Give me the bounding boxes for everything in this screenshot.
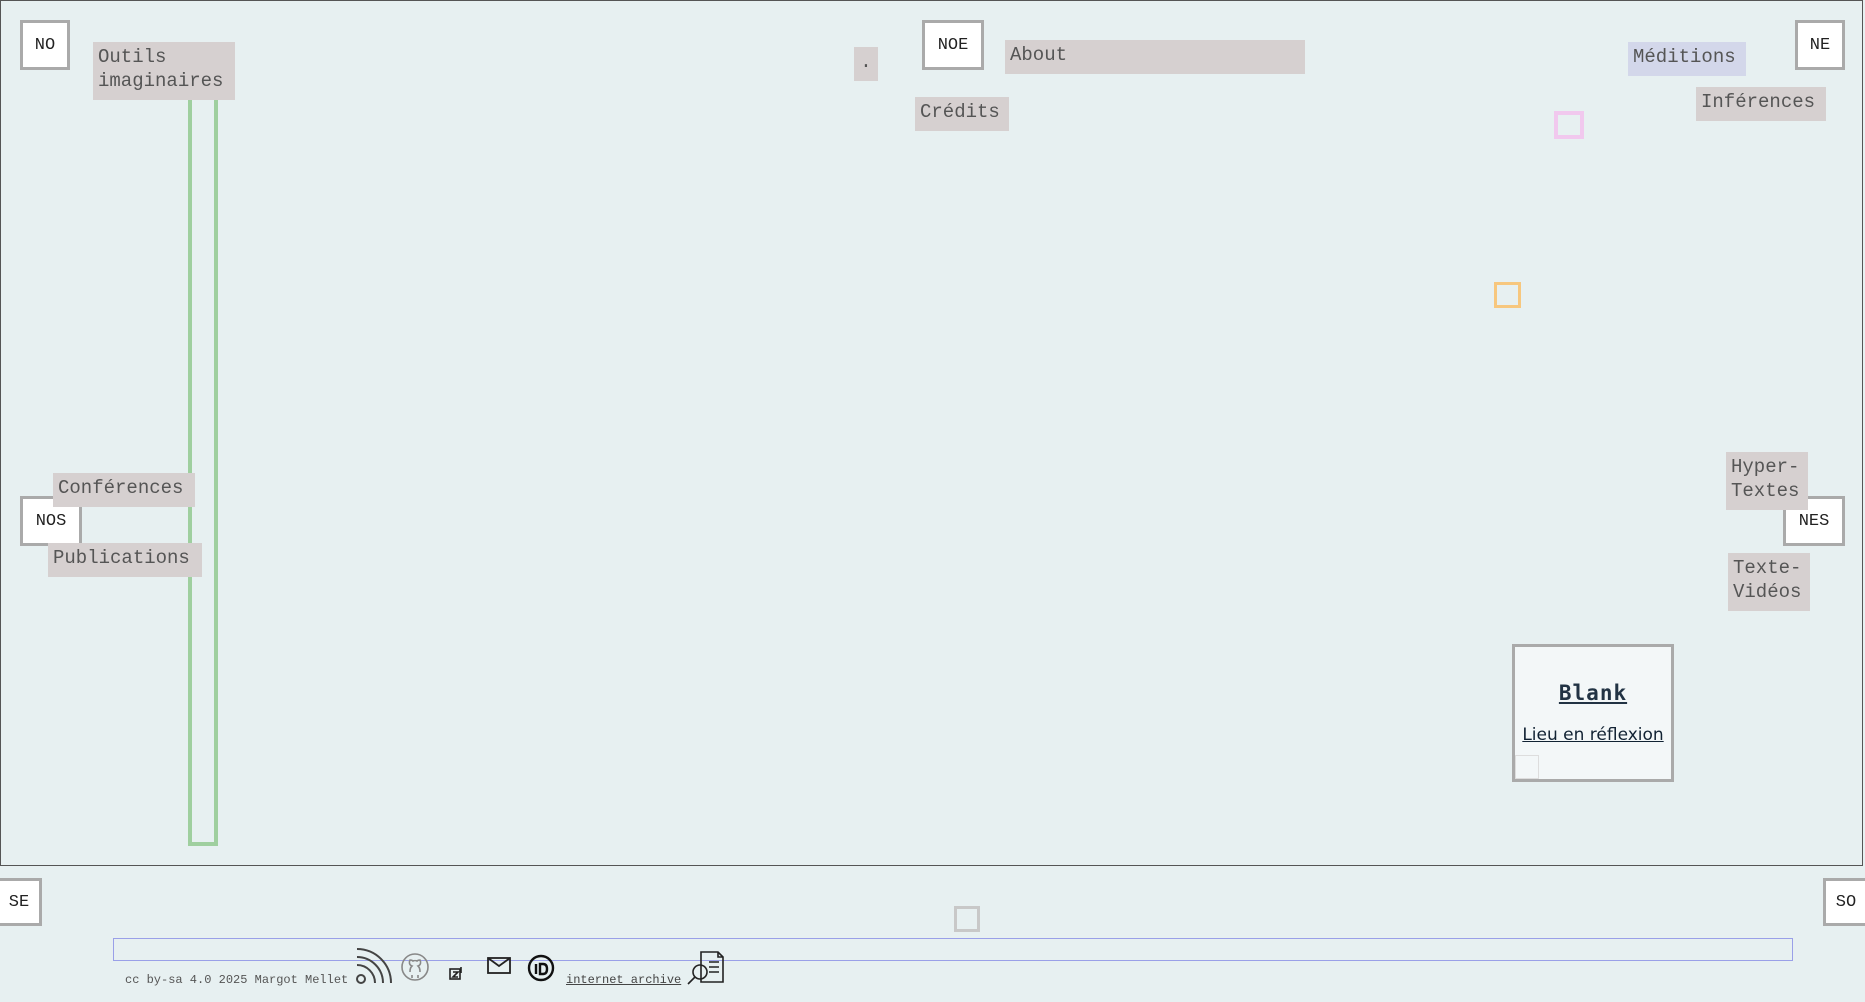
menu-inferences[interactable]: Inférences	[1696, 87, 1826, 121]
corner-ne-button[interactable]: NE	[1795, 20, 1845, 70]
vertical-scroll-bar[interactable]	[188, 96, 218, 846]
menu-dot[interactable]: .	[854, 47, 878, 81]
orange-square[interactable]	[1494, 282, 1521, 308]
corner-so-button[interactable]: SO	[1823, 878, 1865, 926]
internet-archive-link[interactable]: internet archive	[566, 973, 681, 987]
card-corner-box	[1515, 755, 1539, 779]
mail-icon[interactable]	[486, 955, 512, 977]
menu-about[interactable]: About	[1005, 40, 1305, 74]
github-icon[interactable]	[400, 952, 430, 982]
corner-no-button[interactable]: NO	[20, 20, 70, 70]
blank-card[interactable]: Blank Lieu en réflexion	[1512, 644, 1674, 782]
grey-square[interactable]	[954, 906, 980, 932]
zotero-icon[interactable]	[448, 965, 466, 983]
cv-icon[interactable]	[686, 950, 726, 986]
corner-se-button[interactable]: SE	[0, 878, 42, 926]
menu-outils-line2: imaginaires	[98, 70, 224, 92]
pink-square[interactable]	[1554, 111, 1584, 139]
menu-meditions[interactable]: Méditions	[1628, 42, 1746, 76]
menu-hyper-line2: Textes	[1731, 480, 1800, 502]
rss-icon[interactable]	[354, 948, 392, 986]
corner-noe-button[interactable]: NOE	[922, 20, 984, 70]
menu-outils-imaginaires[interactable]: Outils imaginaires	[93, 42, 235, 100]
menu-conferences[interactable]: Conférences	[53, 473, 195, 507]
orcid-icon[interactable]	[526, 953, 556, 983]
menu-texte-line1: Texte-	[1733, 557, 1802, 579]
menu-hyper-line1: Hyper-	[1731, 456, 1800, 478]
card-subtitle[interactable]: Lieu en réflexion	[1515, 725, 1671, 745]
menu-texte-line2: Vidéos	[1733, 581, 1802, 603]
menu-hyper-textes[interactable]: Hyper- Textes	[1726, 452, 1808, 510]
menu-publications[interactable]: Publications	[48, 543, 202, 577]
footer-license: cc by-sa 4.0 2025 Margot Mellet	[125, 973, 349, 987]
menu-credits[interactable]: Crédits	[915, 97, 1009, 131]
card-title[interactable]: Blank	[1515, 681, 1671, 705]
menu-outils-line1: Outils	[98, 46, 167, 68]
menu-texte-videos[interactable]: Texte- Vidéos	[1728, 553, 1810, 611]
